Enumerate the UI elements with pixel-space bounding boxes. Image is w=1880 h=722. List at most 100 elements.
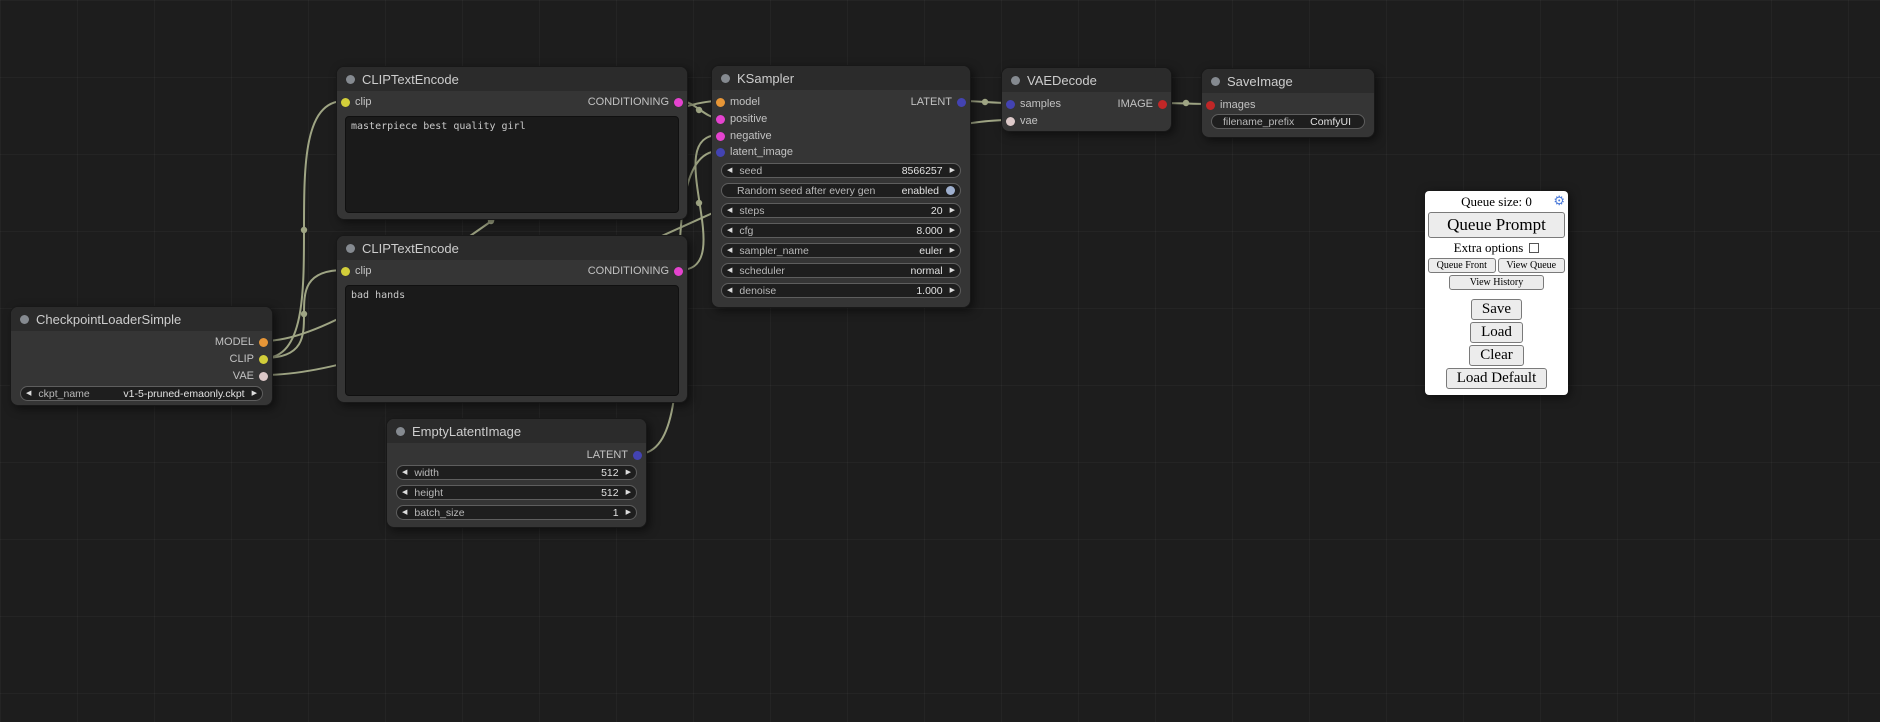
node-empty-latent-image[interactable]: EmptyLatentImage LATENT ◀ width 512 ▶ ◀ … [386, 418, 647, 528]
widget-value[interactable]: normal [789, 265, 943, 277]
increment-arrow-icon[interactable]: ▶ [626, 489, 631, 496]
comfy-menu-panel[interactable]: Queue size: 0 ⚙ Queue Prompt Extra optio… [1425, 191, 1568, 395]
random-seed-toggle-widget[interactable]: Random seed after every gen enabled [721, 183, 961, 198]
increment-arrow-icon[interactable]: ▶ [626, 469, 631, 476]
decrement-arrow-icon[interactable]: ◀ [727, 227, 732, 234]
queue-prompt-button[interactable]: Queue Prompt [1428, 212, 1565, 238]
increment-arrow-icon[interactable]: ▶ [950, 287, 955, 294]
settings-gear-icon[interactable]: ⚙ [1553, 194, 1565, 208]
decrement-arrow-icon[interactable]: ◀ [727, 247, 732, 254]
latent-output-port[interactable] [633, 451, 642, 460]
decrement-arrow-icon[interactable]: ◀ [402, 469, 407, 476]
image-output-port[interactable] [1158, 100, 1167, 109]
denoise-number-widget[interactable]: ◀ denoise 1.000 ▶ [721, 283, 961, 298]
vae-input-port[interactable] [1006, 117, 1015, 126]
decrement-arrow-icon[interactable]: ◀ [402, 489, 407, 496]
view-history-button[interactable]: View History [1449, 275, 1545, 290]
clip-input-port[interactable] [341, 267, 350, 276]
save-button[interactable]: Save [1471, 299, 1522, 320]
extra-options-checkbox[interactable] [1529, 243, 1539, 253]
widget-value[interactable]: 1 [469, 507, 619, 519]
node-clip-text-encode-positive[interactable]: CLIPTextEncode clip CONDITIONING masterp… [336, 66, 688, 220]
width-number-widget[interactable]: ◀ width 512 ▶ [396, 465, 637, 480]
node-title-bar[interactable]: CLIPTextEncode [337, 236, 687, 260]
latent-output-port[interactable] [957, 98, 966, 107]
node-collapse-dot[interactable] [1011, 76, 1020, 85]
widget-label: filename_prefix [1223, 116, 1294, 128]
node-collapse-dot[interactable] [721, 74, 730, 83]
node-collapse-dot[interactable] [1211, 77, 1220, 86]
widget-label: height [414, 487, 443, 499]
model-input-port[interactable] [716, 98, 725, 107]
queue-front-button[interactable]: Queue Front [1428, 258, 1496, 273]
negative-input-port[interactable] [716, 132, 725, 141]
widget-value[interactable]: ComfyUI [1298, 116, 1351, 128]
node-title-bar[interactable]: SaveImage [1202, 69, 1374, 93]
prompt-text-area[interactable]: bad hands [345, 285, 679, 396]
increment-arrow-icon[interactable]: ▶ [950, 207, 955, 214]
widget-value[interactable]: 8566257 [766, 165, 942, 177]
steps-number-widget[interactable]: ◀ steps 20 ▶ [721, 203, 961, 218]
increment-arrow-icon[interactable]: ▶ [950, 267, 955, 274]
node-title-bar[interactable]: EmptyLatentImage [387, 419, 646, 443]
model-output-port[interactable] [259, 338, 268, 347]
node-collapse-dot[interactable] [346, 75, 355, 84]
prompt-text-area[interactable]: masterpiece best quality girl [345, 116, 679, 213]
node-clip-text-encode-negative[interactable]: CLIPTextEncode clip CONDITIONING bad han… [336, 235, 688, 403]
decrement-arrow-icon[interactable]: ◀ [26, 390, 31, 397]
node-collapse-dot[interactable] [20, 315, 29, 324]
vae-output-port[interactable] [259, 372, 268, 381]
widget-value[interactable]: euler [813, 245, 943, 257]
sampler-name-combo-widget[interactable]: ◀ sampler_name euler ▶ [721, 243, 961, 258]
widget-value[interactable]: 20 [769, 205, 943, 217]
node-collapse-dot[interactable] [396, 427, 405, 436]
ckpt-name-combo-widget[interactable]: ◀ ckpt_name v1-5-pruned-emaonly.ckpt ▶ [20, 386, 263, 401]
view-queue-button[interactable]: View Queue [1498, 258, 1566, 273]
node-ksampler[interactable]: KSampler model positive negative latent_… [711, 65, 971, 308]
batch-size-number-widget[interactable]: ◀ batch_size 1 ▶ [396, 505, 637, 520]
decrement-arrow-icon[interactable]: ◀ [727, 207, 732, 214]
conditioning-output-port[interactable] [674, 267, 683, 276]
widget-value[interactable]: 8.000 [757, 225, 942, 237]
node-checkpoint-loader-simple[interactable]: CheckpointLoaderSimple MODEL CLIP VAE ◀ … [10, 306, 273, 406]
cfg-number-widget[interactable]: ◀ cfg 8.000 ▶ [721, 223, 961, 238]
increment-arrow-icon[interactable]: ▶ [626, 509, 631, 516]
positive-input-port[interactable] [716, 115, 725, 124]
load-default-button[interactable]: Load Default [1446, 368, 1548, 389]
decrement-arrow-icon[interactable]: ◀ [402, 509, 407, 516]
conditioning-output-port[interactable] [674, 98, 683, 107]
images-input-port[interactable] [1206, 101, 1215, 110]
node-collapse-dot[interactable] [346, 244, 355, 253]
output-label: IMAGE [1118, 98, 1153, 110]
clip-output-port[interactable] [259, 355, 268, 364]
load-button[interactable]: Load [1470, 322, 1523, 343]
seed-number-widget[interactable]: ◀ seed 8566257 ▶ [721, 163, 961, 178]
node-title-bar[interactable]: CheckpointLoaderSimple [11, 307, 272, 331]
node-save-image[interactable]: SaveImage images filename_prefix ComfyUI [1201, 68, 1375, 138]
height-number-widget[interactable]: ◀ height 512 ▶ [396, 485, 637, 500]
filename-prefix-text-widget[interactable]: filename_prefix ComfyUI [1211, 114, 1365, 129]
toggle-knob[interactable] [946, 186, 955, 195]
samples-input-port[interactable] [1006, 100, 1015, 109]
widget-value[interactable]: v1-5-pruned-emaonly.ckpt [94, 388, 245, 400]
output-label: CLIP [230, 353, 254, 365]
increment-arrow-icon[interactable]: ▶ [950, 227, 955, 234]
node-title-bar[interactable]: CLIPTextEncode [337, 67, 687, 91]
latent-input-port[interactable] [716, 148, 725, 157]
decrement-arrow-icon[interactable]: ◀ [727, 167, 732, 174]
extra-options-row: Extra options [1428, 240, 1565, 256]
node-vae-decode[interactable]: VAEDecode samples vae IMAGE [1001, 67, 1172, 132]
decrement-arrow-icon[interactable]: ◀ [727, 287, 732, 294]
decrement-arrow-icon[interactable]: ◀ [727, 267, 732, 274]
scheduler-combo-widget[interactable]: ◀ scheduler normal ▶ [721, 263, 961, 278]
node-title-bar[interactable]: VAEDecode [1002, 68, 1171, 92]
increment-arrow-icon[interactable]: ▶ [950, 167, 955, 174]
increment-arrow-icon[interactable]: ▶ [252, 390, 257, 397]
widget-value[interactable]: 1.000 [780, 285, 942, 297]
widget-value[interactable]: 512 [447, 487, 619, 499]
clip-input-port[interactable] [341, 98, 350, 107]
node-title-bar[interactable]: KSampler [712, 66, 970, 90]
widget-value[interactable]: 512 [443, 467, 619, 479]
clear-button[interactable]: Clear [1469, 345, 1523, 366]
increment-arrow-icon[interactable]: ▶ [950, 247, 955, 254]
